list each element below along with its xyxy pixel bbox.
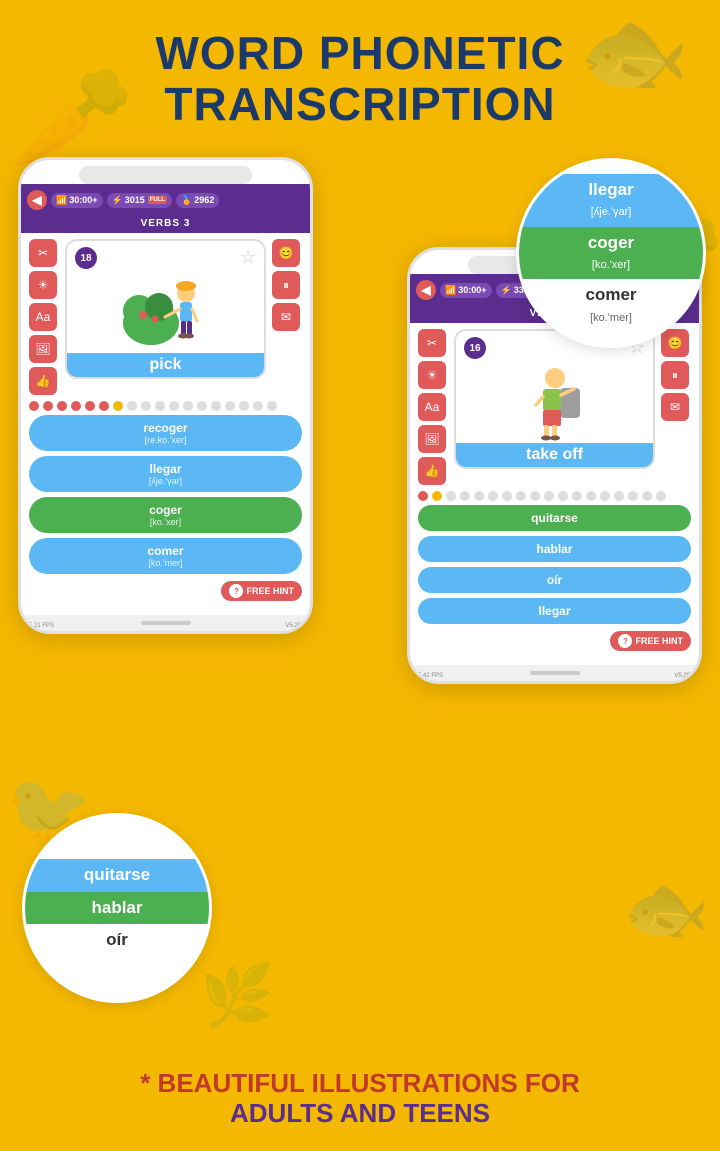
flashcard-area-right: ✂ ☀ Aa 🖼 👍 16 ☆ (418, 329, 691, 485)
mail-icon[interactable]: ✉ (272, 303, 300, 331)
medal-icon-left: 🏅 (181, 195, 192, 206)
emoji-icon[interactable]: 😊 (272, 239, 300, 267)
scissors-icon-right[interactable]: ✂ (418, 329, 446, 357)
phone-content-right: ✂ ☀ Aa 🖼 👍 16 ☆ (410, 323, 699, 661)
footer-line2: ADULTS AND TEENS (20, 1099, 700, 1129)
image-icon-right[interactable]: 🖼 (418, 425, 446, 453)
hint-button-right[interactable]: ? FREE HINT (610, 631, 691, 651)
version-label-left: V5.29.2 (285, 623, 306, 629)
back-button-right[interactable]: ◀ (416, 280, 436, 300)
flashcard-area-left: ✂ ☀ Aa 🖼 👍 18 ☆ (29, 239, 302, 395)
answer-btn-0-left[interactable]: recoger [re.ko.'xer] (29, 415, 302, 451)
scissors-icon[interactable]: ✂ (29, 239, 57, 267)
sun-icon-right[interactable]: ☀ (418, 361, 446, 389)
bubble-left: quitarse hablar oír (22, 813, 212, 1003)
bubble-item-2-right: comer [ko.'mer] (519, 279, 703, 332)
answer-btn-2-right[interactable]: oír (418, 567, 691, 593)
pause-icon-right[interactable]: ⏸ (661, 361, 689, 389)
thumb-icon-right[interactable]: 👍 (418, 457, 446, 485)
bubble-item-1-right: coger [ko.'xer] (519, 227, 703, 280)
answer-btn-3-right[interactable]: llegar (418, 598, 691, 624)
lightning-icon: ⚡ (112, 195, 123, 206)
flashcard-right: 16 ☆ (454, 329, 655, 469)
hint-bar-right: ? FREE HINT (418, 629, 691, 655)
full-badge-left: FULL (148, 196, 167, 204)
phone-notch-left (79, 166, 252, 184)
illustration-left (121, 263, 211, 353)
version-label-right: V5.29.2 (674, 673, 695, 679)
left-side-icons: ✂ ☀ Aa 🖼 👍 (29, 239, 59, 395)
left-side-icons-right: ✂ ☀ Aa 🖼 👍 (418, 329, 448, 485)
fps-label-left: V5.21 FPS (25, 623, 54, 629)
home-bar-right (410, 665, 699, 681)
hint-icon-right: ? (618, 634, 632, 648)
header-title: WORD PHONETIC TRANSCRIPTION (0, 0, 720, 139)
hint-icon-left: ? (229, 584, 243, 598)
phone-content-left: ✂ ☀ Aa 🖼 👍 18 ☆ (21, 233, 310, 611)
text-icon-right[interactable]: Aa (418, 393, 446, 421)
phone-left: ◀ 📶 30:00+ ⚡ 3015 FULL 🏅 2962 VERBS 3 ✂ (18, 157, 313, 634)
hint-bar-left: ? FREE HINT (29, 579, 302, 605)
pause-icon[interactable]: ⏸ (272, 271, 300, 299)
footer-line1: * BEAUTIFUL ILLUSTRATIONS FOR (20, 1069, 700, 1099)
progress-dots-left (29, 401, 302, 411)
title-line1: WORD PHONETIC (0, 28, 720, 79)
bubble-item-0-left: quitarse (25, 859, 209, 891)
hint-label-left: FREE HINT (246, 586, 294, 596)
back-button-left[interactable]: ◀ (27, 190, 47, 210)
card-star-left: ☆ (240, 247, 256, 268)
bubble-item-0-right: llegar [ʎje.'γar] (519, 174, 703, 227)
mail-icon-right[interactable]: ✉ (661, 393, 689, 421)
lightning-icon-right: ⚡ (501, 285, 512, 296)
card-word-left: pick (67, 353, 264, 377)
bubble-right: llegar [ʎje.'γar] coger [ko.'xer] comer … (516, 158, 706, 348)
section-label-left: VERBS 3 (21, 216, 310, 233)
progress-dots-right (418, 491, 691, 501)
answer-btn-1-right[interactable]: hablar (418, 536, 691, 562)
timer-right: 📶 30:00+ (440, 283, 492, 298)
timer-left: 📶 30:00+ (51, 193, 103, 208)
title-line2: TRANSCRIPTION (0, 79, 720, 130)
answer-btn-2-left[interactable]: coger [ko.'xer] (29, 497, 302, 533)
sun-icon[interactable]: ☀ (29, 271, 57, 299)
right-side-icons-right: 😊 ⏸ ✉ (661, 329, 691, 485)
score-left: ⚡ 3015 FULL (107, 193, 173, 208)
thumb-icon[interactable]: 👍 (29, 367, 57, 395)
text-icon[interactable]: Aa (29, 303, 57, 331)
home-bar-rect-right (530, 671, 580, 675)
card-number-right: 16 (464, 337, 486, 359)
illustration-right (510, 353, 600, 443)
bubble-circle-right: llegar [ʎje.'γar] coger [ko.'xer] comer … (516, 158, 706, 348)
bubble-item-2-left: oír (25, 924, 209, 956)
medal-left: 🏅 2962 (176, 193, 219, 208)
home-bar-left (21, 615, 310, 631)
wifi-icon-right: 📶 (445, 285, 456, 296)
status-bar-left: ◀ 📶 30:00+ ⚡ 3015 FULL 🏅 2962 (21, 184, 310, 216)
answer-btn-3-left[interactable]: comer [ko.'mer] (29, 538, 302, 574)
hint-button-left[interactable]: ? FREE HINT (221, 581, 302, 601)
wifi-icon: 📶 (56, 195, 67, 206)
hint-label-right: FREE HINT (635, 636, 683, 646)
bubble-item-1-left: hablar (25, 892, 209, 924)
card-word-right: take off (456, 443, 653, 467)
answer-btn-0-right[interactable]: quitarse (418, 505, 691, 531)
flashcard-left: 18 ☆ (65, 239, 266, 379)
right-side-icons: 😊 ⏸ ✉ (272, 239, 302, 395)
answer-btn-1-left[interactable]: llegar [ʎje.'γar] (29, 456, 302, 492)
fps-label-right: V5.42 FPS (414, 673, 443, 679)
image-icon[interactable]: 🖼 (29, 335, 57, 363)
footer-text: * BEAUTIFUL ILLUSTRATIONS FOR ADULTS AND… (0, 1069, 720, 1129)
card-number-left: 18 (75, 247, 97, 269)
bubble-circle-left: quitarse hablar oír (22, 813, 212, 1003)
home-bar-rect-left (141, 621, 191, 625)
